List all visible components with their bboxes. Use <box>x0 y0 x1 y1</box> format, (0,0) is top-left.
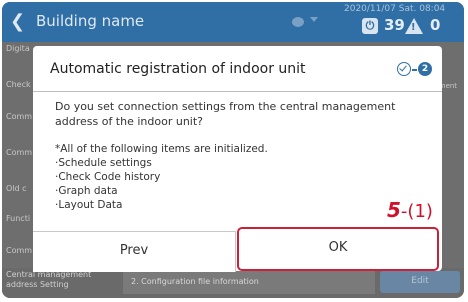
device-frame: ❮ Building name 2020/11/07 Sat. 08:04 ⏻ … <box>0 0 468 302</box>
bg-row-label: Comm <box>6 148 33 157</box>
annotation-step: 5 <box>387 198 401 222</box>
step-annotation: 5-(1) <box>387 198 433 222</box>
power-count: 39 <box>384 16 405 34</box>
settings-row-value: 2. Configuration file information <box>131 277 259 286</box>
bg-row-label: Digita <box>6 44 30 53</box>
edit-button-label: Edit <box>411 276 429 286</box>
dialog-divider <box>33 91 442 92</box>
annotation-sub: -(1) <box>400 201 433 222</box>
warning-count: 0 <box>430 16 441 34</box>
network-dropdown-icon[interactable] <box>310 17 318 22</box>
settings-row-field: 2. Configuration file information <box>123 270 375 294</box>
edit-button[interactable]: Edit <box>380 271 460 293</box>
note-heading: *All of the following items are initiali… <box>55 143 268 155</box>
prev-button-label: Prev <box>119 243 149 258</box>
bg-row-label: Old c <box>6 184 27 193</box>
note-item: ·Graph data <box>55 185 118 197</box>
back-chevron-icon[interactable]: ❮ <box>10 11 25 33</box>
check-circle-icon <box>397 62 411 76</box>
screen: ❮ Building name 2020/11/07 Sat. 08:04 ⏻ … <box>2 2 464 298</box>
network-icon[interactable] <box>292 17 304 27</box>
note-item: ·Check Code history <box>55 171 161 183</box>
ok-button[interactable]: OK <box>237 227 439 271</box>
confirmation-dialog: Automatic registration of indoor unit 2 … <box>33 46 442 272</box>
page-title: Building name <box>36 12 145 30</box>
settings-row: Central management address Setting 2. Co… <box>2 268 464 298</box>
step-connector <box>412 69 417 71</box>
step-indicator: 2 <box>397 62 435 78</box>
power-icon: ⏻ <box>362 18 378 34</box>
bg-row-label: Comm <box>6 112 33 121</box>
settings-row-label: Central management address Setting <box>6 270 92 289</box>
prev-button[interactable]: Prev <box>33 231 236 272</box>
note-item: ·Schedule settings <box>55 157 152 169</box>
bg-row-label: Check <box>6 80 31 89</box>
dialog-note: *All of the following items are initiali… <box>55 142 355 212</box>
ok-button-label: OK <box>328 240 348 255</box>
header-bar: ❮ Building name 2020/11/07 Sat. 08:04 ⏻ … <box>2 2 464 42</box>
warning-mark: ! <box>411 22 416 33</box>
dialog-question: Do you set connection settings from the … <box>55 100 396 128</box>
bg-row-label: Functi <box>6 214 31 223</box>
note-item: ·Layout Data <box>55 199 123 211</box>
datetime: 2020/11/07 Sat. 08:04 <box>344 4 446 14</box>
step-number: 2 <box>418 62 432 76</box>
dialog-title: Automatic registration of indoor unit <box>50 61 306 77</box>
bg-row-label: Comm <box>6 246 33 255</box>
